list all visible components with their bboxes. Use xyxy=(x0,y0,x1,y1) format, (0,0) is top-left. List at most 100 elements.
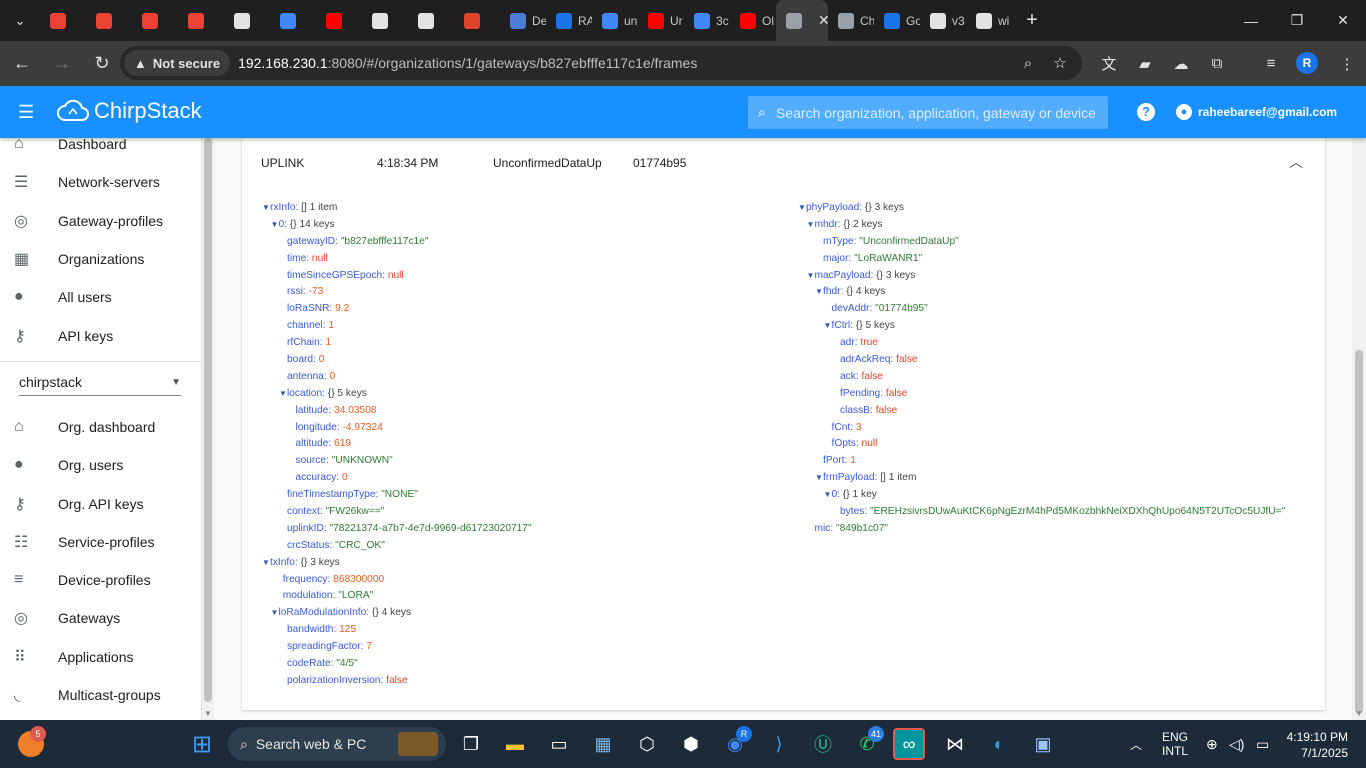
network-app-icon[interactable]: ⋈ xyxy=(939,728,971,760)
volume-icon[interactable]: ◁) xyxy=(1229,720,1244,768)
brand-logo[interactable]: ChirpStack xyxy=(56,98,202,124)
scroll-down-arrow-icon[interactable]: ▼ xyxy=(204,709,212,718)
browser-menu-icon[interactable]: ⋮ xyxy=(1330,41,1364,86)
tab-search-chevron-icon[interactable]: ⌄ xyxy=(0,0,40,41)
browser-tab[interactable]: un xyxy=(592,0,638,41)
page-scroll-thumb[interactable] xyxy=(1355,350,1363,714)
sidebar-item-multicast-groups[interactable]: ◟ Multicast-groups xyxy=(0,676,201,714)
expand-triangle-icon[interactable]: ▼ xyxy=(824,318,832,335)
windows-start-icon[interactable]: ⊞ xyxy=(186,728,218,760)
not-secure-chip[interactable]: ▲ Not secure xyxy=(124,50,231,76)
expand-triangle-icon[interactable]: ▼ xyxy=(271,217,279,234)
browser-tab[interactable] xyxy=(362,0,408,41)
globe-icon[interactable]: ⊕ xyxy=(1206,720,1218,768)
taskbar-search[interactable]: ⌕ Search web & PC xyxy=(228,727,446,761)
sidebar-item-device-profiles[interactable]: ≡ Device-profiles xyxy=(0,561,201,599)
expand-triangle-icon[interactable]: ▼ xyxy=(807,268,815,285)
vscode-icon[interactable]: ⟩ xyxy=(763,728,795,760)
file-explorer-icon[interactable]: ▬ xyxy=(499,728,531,760)
sidebar-scroll-thumb[interactable] xyxy=(204,138,212,702)
task-view-icon[interactable]: ❐ xyxy=(455,728,487,760)
sidebar-item-gateways[interactable]: ◎ Gateways xyxy=(0,599,201,637)
browser-tab[interactable]: Ol xyxy=(730,0,776,41)
sidebar-scrollbar[interactable]: ▼ xyxy=(202,138,214,720)
terminal-icon[interactable]: ▭ xyxy=(543,728,575,760)
search-input[interactable] xyxy=(776,104,1096,121)
frame-summary-row[interactable]: UPLINK 4:18:34 PM UnconfirmedDataUp 0177… xyxy=(242,138,1325,186)
upwork-icon[interactable]: Ⓤ xyxy=(807,728,839,760)
forward-arrow-icon[interactable]: → xyxy=(44,46,80,82)
user-menu[interactable]: ● raheebareef@gmail.com xyxy=(1170,99,1347,125)
browser-tab[interactable] xyxy=(178,0,224,41)
expand-triangle-icon[interactable]: ▼ xyxy=(807,217,815,234)
organization-select[interactable]: chirpstack ▼ xyxy=(19,370,181,396)
app-window-icon[interactable]: ▦ xyxy=(587,728,619,760)
tray-overflow-icon[interactable]: ︿ xyxy=(1130,720,1142,768)
browser-tab[interactable]: 3c xyxy=(684,0,730,41)
sidebar-item-all-users[interactable]: ● All users xyxy=(0,278,201,316)
media-controls-icon[interactable]: ≡ xyxy=(1254,41,1288,86)
expand-triangle-icon[interactable]: ▼ xyxy=(815,284,823,301)
close-window-icon[interactable]: ✕ xyxy=(1320,0,1366,41)
bookmark-star-icon[interactable]: ☆ xyxy=(1045,46,1075,80)
expand-triangle-icon[interactable]: ▼ xyxy=(262,200,270,217)
sidebar-item-organizations[interactable]: ▦ Organizations xyxy=(0,240,201,278)
expand-triangle-icon[interactable]: ▼ xyxy=(262,555,270,572)
address-bar[interactable]: ▲ Not secure 192.168.230.1:8080/#/organi… xyxy=(120,46,1082,80)
browser-tab[interactable]: ✕ xyxy=(776,0,828,41)
edge-icon[interactable]: ◐ xyxy=(983,728,1015,760)
maximize-icon[interactable]: ❐ xyxy=(1274,0,1320,41)
help-icon[interactable]: ? xyxy=(1137,103,1155,121)
browser-tab[interactable]: Go xyxy=(874,0,920,41)
global-search[interactable]: ⌕ xyxy=(748,96,1108,129)
collapse-chevron-icon[interactable]: ︿ xyxy=(1289,152,1303,172)
sidebar-item-network-servers[interactable]: ☰ Network-servers xyxy=(0,163,201,201)
sidebar-item-org-dashboard[interactable]: ⌂ Org. dashboard xyxy=(0,408,201,446)
browser-tab[interactable]: wi xyxy=(966,0,1012,41)
page-scrollbar[interactable]: ▲ ▼ xyxy=(1352,86,1366,720)
browser-tab[interactable]: De xyxy=(500,0,546,41)
remote-desktop-icon[interactable]: ▣ xyxy=(1027,728,1059,760)
sidebar-item-dashboard[interactable]: ⌂ Dashboard xyxy=(0,138,201,163)
browser-tab[interactable] xyxy=(270,0,316,41)
expand-triangle-icon[interactable]: ▼ xyxy=(824,487,832,504)
unity-icon[interactable]: ⬡ xyxy=(631,728,663,760)
battery-icon[interactable]: ▭ xyxy=(1256,720,1269,768)
profile-avatar[interactable]: R xyxy=(1296,52,1318,74)
zoom-icon[interactable]: ⌕ xyxy=(1013,46,1043,80)
expand-triangle-icon[interactable]: ▼ xyxy=(798,200,806,217)
url-text[interactable]: 192.168.230.1:8080/#/organizations/1/gat… xyxy=(238,55,697,71)
translate-icon[interactable]: 文 xyxy=(1092,41,1126,86)
arduino-icon[interactable]: ∞ xyxy=(893,728,925,760)
browser-tab[interactable] xyxy=(316,0,362,41)
browser-tab[interactable]: v3 xyxy=(920,0,966,41)
input-language[interactable]: ENG INTL xyxy=(1162,720,1188,768)
sidebar-item-api-keys[interactable]: ⚷ API keys xyxy=(0,316,201,354)
browser-tab[interactable] xyxy=(454,0,500,41)
reload-icon[interactable]: ↻ xyxy=(84,46,120,82)
browser-tab[interactable] xyxy=(132,0,178,41)
menu-collapse-icon[interactable]: ☰ xyxy=(18,102,34,123)
expand-triangle-icon[interactable]: ▼ xyxy=(279,386,287,403)
extension-cloud-icon[interactable]: ☁ xyxy=(1164,41,1198,86)
browser-tab[interactable] xyxy=(408,0,454,41)
expand-triangle-icon[interactable]: ▼ xyxy=(815,470,823,487)
scroll-down-arrow-icon[interactable]: ▼ xyxy=(1355,709,1363,718)
browser-tab[interactable]: Ch xyxy=(828,0,874,41)
expand-triangle-icon[interactable]: ▼ xyxy=(271,605,279,622)
browser-tab[interactable]: RA xyxy=(546,0,592,41)
browser-tab[interactable] xyxy=(224,0,270,41)
close-tab-icon[interactable]: ✕ xyxy=(818,12,828,29)
sidebar-item-org-users[interactable]: ● Org. users xyxy=(0,446,201,484)
system-clock[interactable]: 4:19:10 PM 7/1/2025 xyxy=(1282,729,1348,761)
new-tab-button[interactable]: + xyxy=(1012,9,1052,32)
sidebar-item-gateway-profiles[interactable]: ◎ Gateway-profiles xyxy=(0,202,201,240)
browser-tab[interactable]: Ur xyxy=(638,0,684,41)
sidebar-item-applications[interactable]: ⠿ Applications xyxy=(0,638,201,676)
sidebar-item-org-api-keys[interactable]: ⚷ Org. API keys xyxy=(0,484,201,522)
extension-hat-icon[interactable]: ▰ xyxy=(1128,41,1162,86)
unity-hub-icon[interactable]: ⬢ xyxy=(675,728,707,760)
extensions-puzzle-icon[interactable]: ⧉ xyxy=(1200,41,1234,86)
minimize-icon[interactable]: — xyxy=(1228,0,1274,41)
sidebar-item-service-profiles[interactable]: ☷ Service-profiles xyxy=(0,523,201,561)
